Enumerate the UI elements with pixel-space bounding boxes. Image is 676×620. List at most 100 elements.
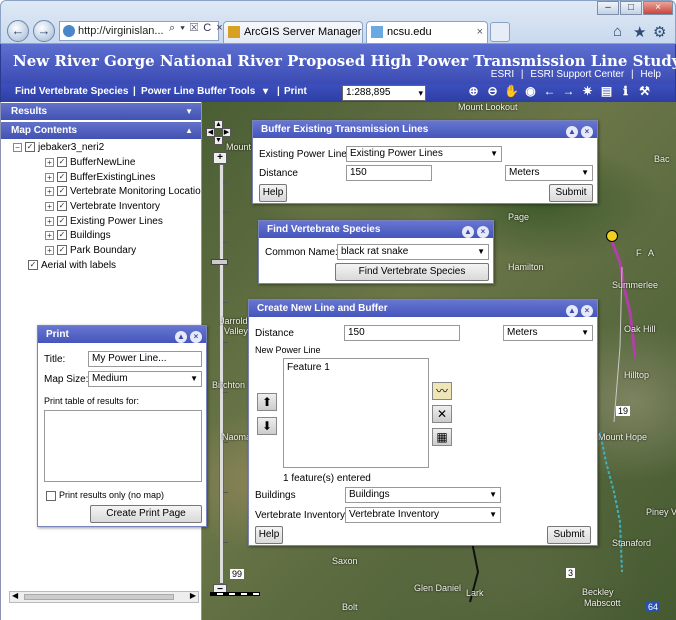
submit-button[interactable]: Submit <box>547 526 591 544</box>
tab-ncsu[interactable]: ncsu.edu × <box>366 21 488 43</box>
previous-extent-icon[interactable]: ← <box>540 84 559 98</box>
forward-button[interactable]: → <box>33 20 55 42</box>
basemap-checkbox[interactable]: ✓ <box>28 260 38 271</box>
expand-icon[interactable]: + <box>45 216 54 226</box>
close-icon[interactable]: × <box>581 305 593 317</box>
vertebrate-select[interactable]: Vertebrate Inventory ▼ <box>345 507 501 523</box>
esri-support-link[interactable]: ESRI Support Center <box>530 69 624 80</box>
zoom-in-icon[interactable]: ⊕ <box>464 84 483 98</box>
favorites-icon[interactable]: ★ <box>633 23 646 41</box>
move-down-button[interactable]: ⬇ <box>257 417 277 435</box>
map-size-select[interactable]: Medium ▼ <box>88 371 202 387</box>
map-contents-header[interactable]: Map Contents ▲ <box>1 122 201 139</box>
layer-checkbox[interactable]: ✓ <box>57 157 67 168</box>
close-icon[interactable]: × <box>190 331 202 343</box>
zoom-out-icon[interactable]: ⊖ <box>483 84 502 98</box>
pan-control[interactable]: ▲ ◀ ▶ ▼ <box>206 120 231 145</box>
results-list[interactable] <box>44 410 202 482</box>
back-button[interactable]: ← <box>7 20 29 42</box>
print-menu[interactable]: Print <box>284 86 307 97</box>
feature-list[interactable]: Feature 1 <box>283 358 429 468</box>
close-icon[interactable]: × <box>581 126 593 138</box>
vertebrate-value: Vertebrate Inventory <box>349 509 440 520</box>
zoom-thumb[interactable] <box>211 259 228 265</box>
delete-icon[interactable]: ✕ <box>432 405 452 423</box>
zoom-slider[interactable] <box>219 164 224 584</box>
close-tab-icon[interactable]: × <box>477 22 483 42</box>
find-species-button[interactable]: Find Vertebrate Species <box>335 263 489 281</box>
layer-checkbox[interactable]: ✓ <box>25 142 35 153</box>
results-only-checkbox[interactable] <box>46 490 56 501</box>
common-name-select[interactable]: black rat snake ▼ <box>337 244 489 260</box>
move-up-button[interactable]: ⬆ <box>257 393 277 411</box>
select-icon[interactable]: ✷ <box>578 84 597 98</box>
help-button[interactable]: Help <box>259 184 287 202</box>
next-extent-icon[interactable]: → <box>559 84 578 98</box>
layer-checkbox[interactable]: ✓ <box>57 186 67 197</box>
distance-input[interactable]: 150 <box>346 165 432 181</box>
distance-input[interactable]: 150 <box>344 325 460 341</box>
layer-checkbox[interactable]: ✓ <box>57 245 67 256</box>
layer-row: + ✓ Buildings <box>45 229 111 243</box>
layer-checkbox[interactable]: ✓ <box>57 172 67 183</box>
results-header[interactable]: Results ▼ <box>1 103 201 120</box>
expand-icon[interactable]: + <box>45 172 54 182</box>
expand-icon[interactable]: + <box>45 230 54 240</box>
collapse-icon[interactable]: ▲ <box>175 331 187 343</box>
list-item[interactable]: Feature 1 <box>287 362 330 373</box>
minimize-button[interactable]: – <box>597 1 619 15</box>
chevron-down-icon[interactable]: ▾ <box>263 86 268 97</box>
expand-icon[interactable]: + <box>45 201 54 211</box>
chevron-left-icon[interactable]: ◀ <box>12 591 18 600</box>
new-tab-button[interactable] <box>490 22 510 42</box>
units-select[interactable]: Meters ▼ <box>505 165 593 181</box>
collapse-icon[interactable]: ▲ <box>566 126 578 138</box>
pan-hand-icon[interactable]: ✋ <box>502 84 521 98</box>
tools-icon[interactable]: ⚙ <box>653 23 666 41</box>
expand-icon[interactable]: + <box>45 245 54 255</box>
tab-arcgis[interactable]: ArcGIS Server Manager <box>223 21 363 43</box>
draw-line-icon[interactable]: 〰 <box>432 382 452 400</box>
collapse-icon[interactable]: ▲ <box>462 226 474 238</box>
create-print-button[interactable]: Create Print Page <box>90 505 202 523</box>
distance-label: Distance <box>255 328 294 339</box>
full-extent-icon[interactable]: ◉ <box>521 84 540 98</box>
scale-select[interactable]: 1:288,895 ▾ <box>342 85 426 101</box>
units-select[interactable]: Meters ▼ <box>503 325 593 341</box>
identify-icon[interactable]: ℹ <box>616 84 635 98</box>
help-button[interactable]: Help <box>255 526 283 544</box>
print-titlebar[interactable]: Print ▲ × <box>38 326 206 343</box>
home-icon[interactable]: ⌂ <box>613 23 622 40</box>
scroll-thumb[interactable] <box>24 594 174 600</box>
collapse-icon[interactable]: − <box>13 142 22 152</box>
help-link[interactable]: Help <box>640 69 661 80</box>
layers-icon[interactable]: ▤ <box>597 84 616 98</box>
expand-icon[interactable]: + <box>45 186 54 196</box>
horizontal-scrollbar[interactable]: ◀ ▶ <box>9 591 199 603</box>
buffer-existing-titlebar[interactable]: Buffer Existing Transmission Lines ▲ × <box>253 121 597 138</box>
buffer-tools-menu[interactable]: Power Line Buffer Tools <box>141 86 255 97</box>
submit-button[interactable]: Submit <box>549 184 593 202</box>
layer-checkbox[interactable]: ✓ <box>57 216 67 227</box>
tools-icon[interactable]: ⚒ <box>635 84 654 98</box>
table-icon[interactable]: ▦ <box>432 428 452 446</box>
find-species-menu[interactable]: Find Vertebrate Species <box>15 86 128 97</box>
esri-link[interactable]: ESRI <box>491 69 514 80</box>
location-marker-icon[interactable] <box>606 230 618 242</box>
buildings-select[interactable]: Buildings ▼ <box>345 487 501 503</box>
chevron-right-icon[interactable]: ▶ <box>190 591 196 600</box>
title-input[interactable]: My Power Line... <box>88 351 202 367</box>
layer-checkbox[interactable]: ✓ <box>57 201 67 212</box>
maximize-button[interactable]: □ <box>620 1 642 15</box>
close-icon[interactable]: × <box>477 226 489 238</box>
expand-icon[interactable]: + <box>45 157 54 167</box>
create-line-titlebar[interactable]: Create New Line and Buffer ▲ × <box>249 300 597 317</box>
find-species-titlebar[interactable]: Find Vertebrate Species ▲ × <box>259 221 493 238</box>
collapse-icon[interactable]: ▲ <box>566 305 578 317</box>
close-window-button[interactable]: × <box>643 1 673 15</box>
results-only-row: Print results only (no map) <box>46 490 164 501</box>
layer-checkbox[interactable]: ✓ <box>57 230 67 241</box>
address-icons[interactable]: ⌕ ▾ ☒ C × <box>169 22 224 35</box>
zoom-in-button[interactable]: + <box>213 152 227 164</box>
existing-lines-select[interactable]: Existing Power Lines ▼ <box>346 146 502 162</box>
